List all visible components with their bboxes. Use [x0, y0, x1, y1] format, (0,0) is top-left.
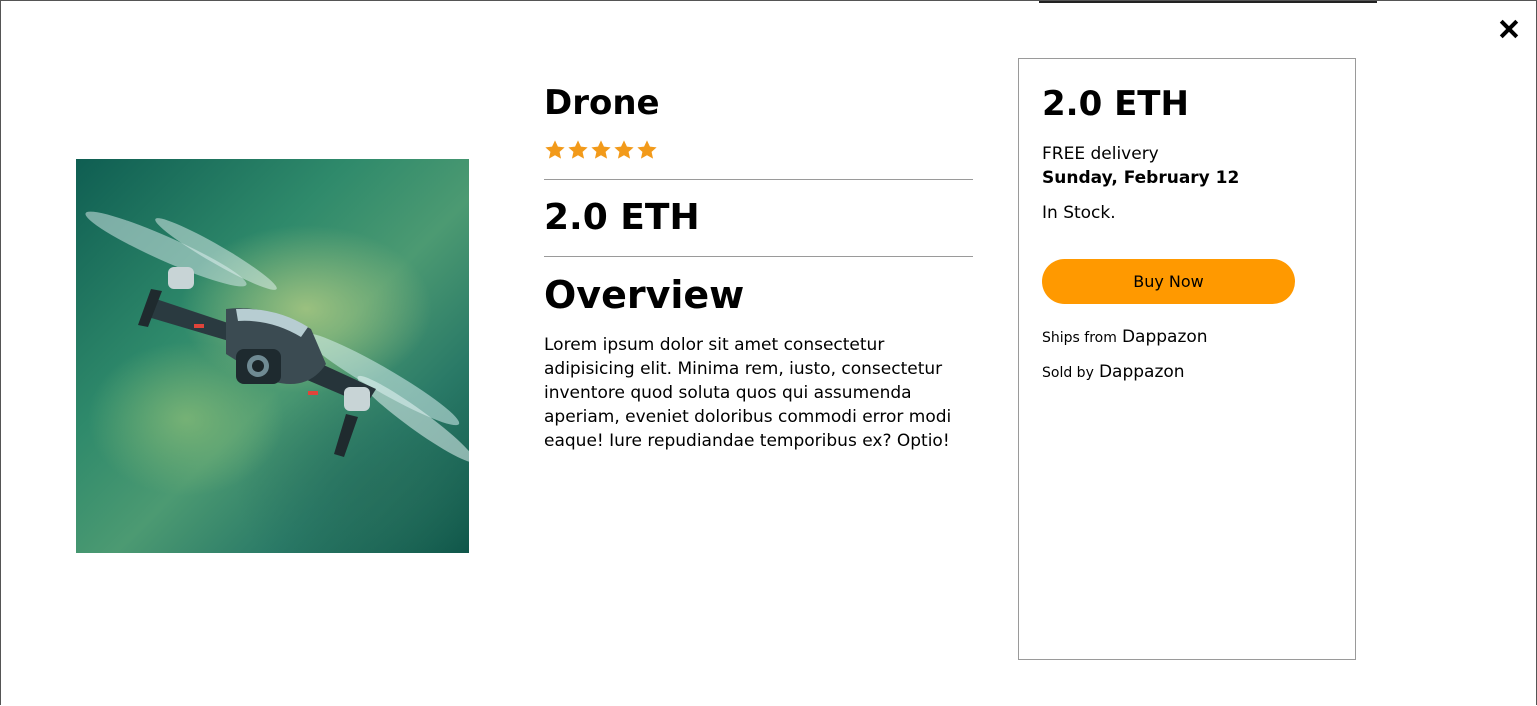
delivery-label: FREE delivery [1042, 144, 1159, 164]
sold-by: Sold by Dappazon [1042, 362, 1185, 382]
divider [544, 256, 973, 257]
divider [544, 179, 973, 180]
product-modal: Drone 2.0 ETH Overview Lorem ipsum dolor… [0, 0, 1537, 705]
star-icon [591, 140, 611, 159]
delivery-date: Sunday, February 12 [1042, 168, 1240, 188]
buy-now-button[interactable]: Buy Now [1042, 259, 1295, 304]
product-description: Lorem ipsum dolor sit amet consectetur a… [544, 335, 952, 451]
product-title: Drone [544, 83, 660, 123]
drone-illustration [85, 211, 469, 463]
ships-from-value: Dappazon [1121, 327, 1208, 347]
buy-box: 2.0 ETH FREE delivery Sunday, February 1… [1018, 58, 1356, 660]
buy-box-price: 2.0 ETH [1042, 84, 1189, 124]
ships-from: Ships from Dappazon [1042, 327, 1208, 347]
ships-from-label: Ships from [1042, 330, 1117, 346]
star-icon [568, 140, 588, 159]
rating-stars [544, 139, 658, 161]
product-image [76, 159, 469, 553]
star-icon [614, 140, 634, 159]
close-icon[interactable] [1495, 15, 1523, 43]
product-price: 2.0 ETH [544, 197, 700, 238]
top-edge-strip [1039, 1, 1377, 3]
stock-status: In Stock. [1042, 203, 1116, 223]
overview-heading: Overview [544, 273, 745, 317]
star-icon [545, 140, 565, 159]
star-icon [637, 140, 657, 159]
sold-by-value: Dappazon [1098, 362, 1185, 382]
sold-by-label: Sold by [1042, 365, 1094, 381]
